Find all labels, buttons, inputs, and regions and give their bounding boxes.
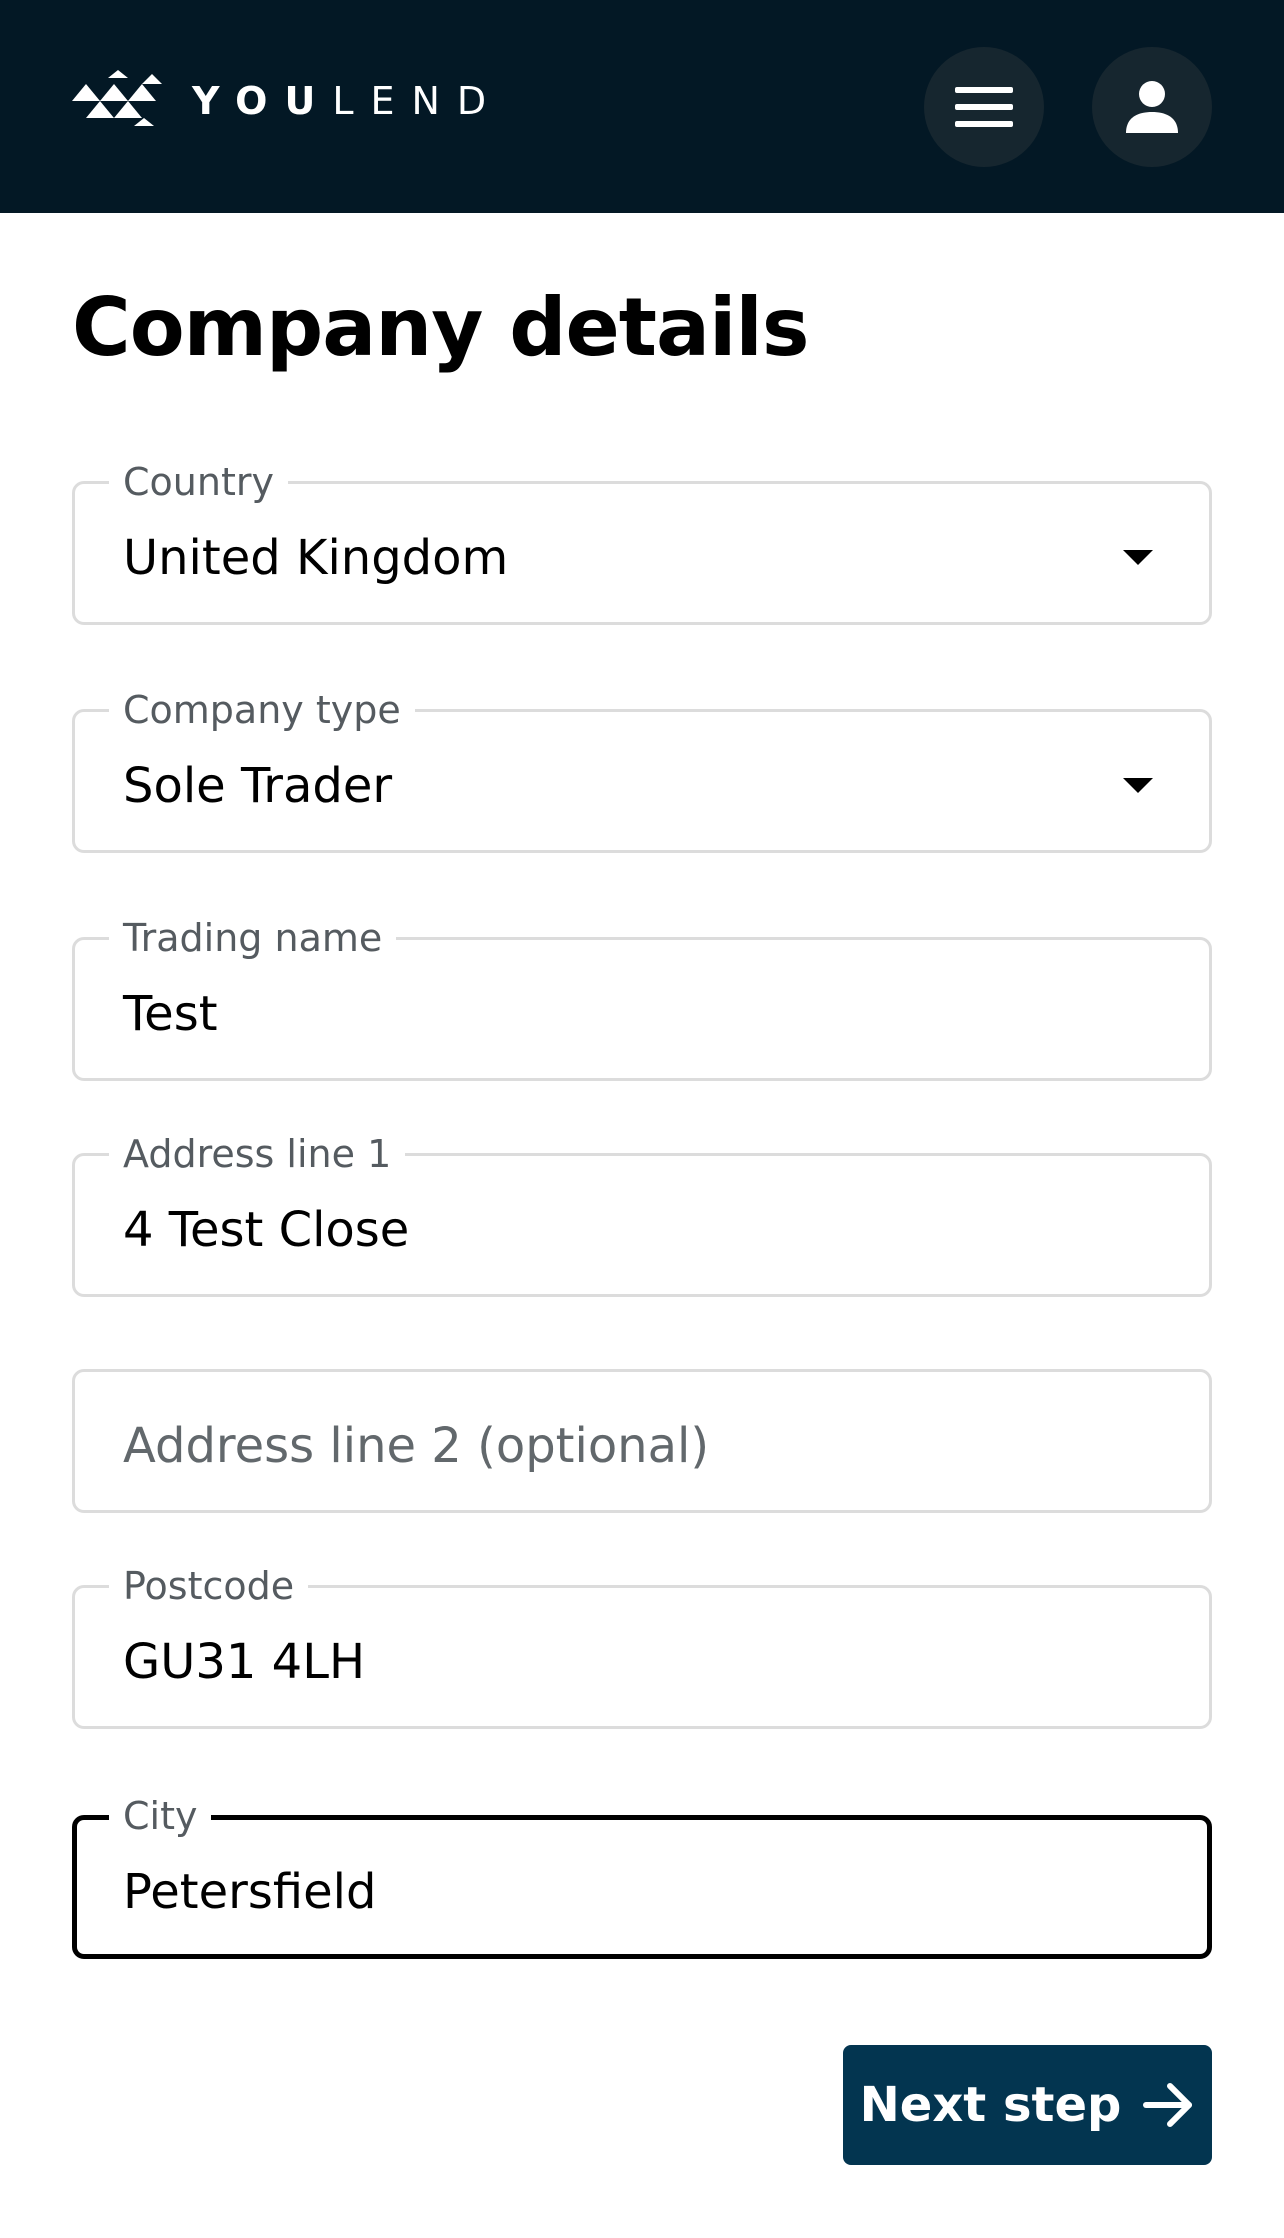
- top-header: YOU LEND: [0, 0, 1284, 213]
- address-line-1-field[interactable]: Address line 1 4 Test Close: [72, 1132, 1212, 1297]
- country-select[interactable]: Country United Kingdom: [72, 460, 1212, 625]
- postcode-value: GU31 4LH: [123, 1634, 366, 1690]
- postcode-field[interactable]: Postcode GU31 4LH: [72, 1564, 1212, 1729]
- next-step-button[interactable]: Next step: [843, 2045, 1212, 2165]
- address-line-1-label: Address line 1: [109, 1132, 406, 1176]
- logo-text-light: LEND: [332, 79, 504, 123]
- address-line-1-value: 4 Test Close: [123, 1202, 410, 1258]
- trading-name-label: Trading name: [109, 916, 397, 960]
- hamburger-menu-icon: [955, 87, 1013, 127]
- youlend-logo[interactable]: YOU LEND: [72, 68, 503, 134]
- menu-button[interactable]: [924, 47, 1044, 167]
- postcode-label: Postcode: [109, 1564, 309, 1608]
- youlend-logo-mark-icon: [72, 70, 162, 126]
- company-type-label: Company type: [109, 688, 415, 732]
- account-button[interactable]: [1092, 47, 1212, 167]
- arrow-right-icon: [1143, 2083, 1193, 2127]
- user-icon: [1126, 81, 1178, 133]
- company-type-select[interactable]: Company type Sole Trader: [72, 688, 1212, 853]
- city-value: Petersfield: [123, 1864, 377, 1920]
- city-field[interactable]: City Petersfield: [72, 1794, 1212, 1959]
- city-label: City: [109, 1794, 212, 1838]
- company-type-value: Sole Trader: [123, 758, 393, 814]
- address-line-2-field[interactable]: Address line 2 (optional): [72, 1369, 1212, 1513]
- trading-name-field[interactable]: Trading name Test: [72, 916, 1212, 1081]
- address-line-2-placeholder: Address line 2 (optional): [123, 1418, 710, 1474]
- logo-text-bold: YOU: [192, 79, 333, 123]
- chevron-down-icon: [1123, 778, 1153, 793]
- youlend-wordmark: YOU LEND: [192, 82, 503, 120]
- country-value: United Kingdom: [123, 530, 509, 586]
- next-step-label: Next step: [859, 2077, 1122, 2133]
- page-title: Company details: [72, 281, 809, 374]
- trading-name-value: Test: [123, 986, 218, 1042]
- country-label: Country: [109, 460, 288, 504]
- chevron-down-icon: [1123, 550, 1153, 565]
